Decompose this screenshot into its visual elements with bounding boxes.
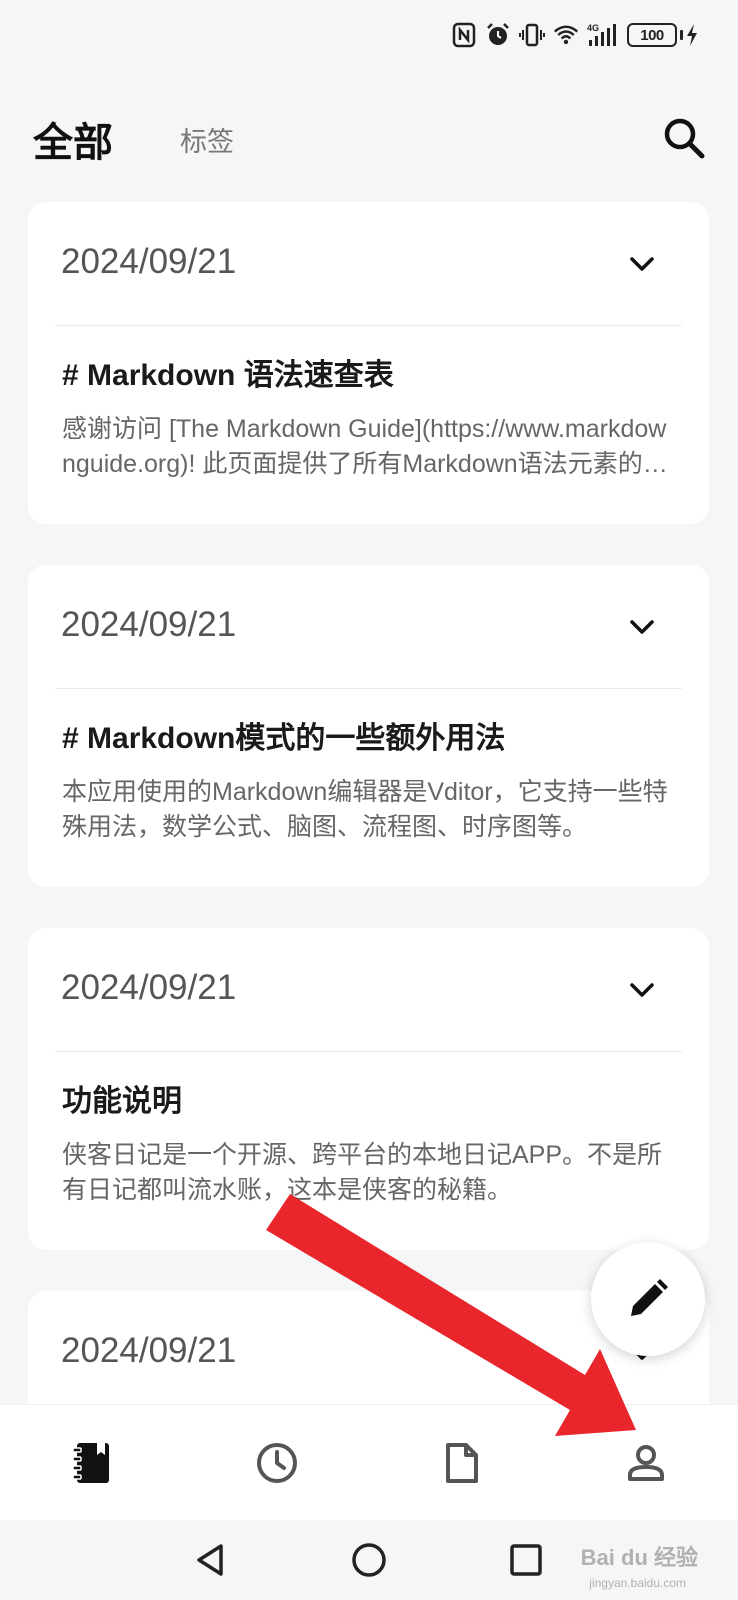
svg-text:4G: 4G: [587, 23, 599, 33]
expand-button[interactable]: [626, 974, 658, 1006]
charging-icon: [687, 24, 697, 46]
system-home-button[interactable]: [345, 1536, 393, 1584]
note-card-header: 2024/09/21: [55, 1291, 682, 1404]
note-excerpt: 感谢访问 [The Markdown Guide](https://www.ma…: [62, 415, 668, 478]
note-title: 功能说明: [62, 1085, 182, 1118]
battery-level: 100: [627, 23, 677, 47]
person-icon: [628, 1445, 664, 1481]
note-date: 2024/09/21: [61, 242, 237, 281]
battery-indicator: 100: [627, 23, 698, 47]
note-date: 2024/09/21: [61, 605, 237, 644]
alarm-icon: [485, 22, 511, 48]
clock-icon: [257, 1443, 297, 1483]
document-icon: [446, 1443, 478, 1483]
diary-book-icon: [72, 1443, 109, 1483]
note-card-header: 2024/09/21: [55, 565, 682, 689]
search-button[interactable]: [658, 112, 710, 164]
note-date: 2024/09/21: [61, 1331, 237, 1370]
recents-square-icon: [510, 1544, 542, 1576]
wifi-icon: [553, 22, 579, 48]
home-circle-icon: [352, 1543, 386, 1577]
note-title: # Markdown模式的一些额外用法: [62, 722, 506, 755]
system-recents-button[interactable]: [502, 1536, 550, 1584]
tab-tags[interactable]: 标签: [180, 120, 234, 159]
search-icon: [664, 118, 705, 159]
note-card-header: 2024/09/21: [55, 202, 682, 326]
expand-button[interactable]: [626, 248, 658, 280]
app-header: 全部 标签: [0, 100, 738, 180]
edit-pencil-icon: [631, 1279, 668, 1316]
nav-diary[interactable]: [62, 1433, 122, 1493]
note-title: # Markdown 语法速查表: [62, 359, 394, 392]
note-card[interactable]: 2024/09/21 # Markdown模式的一些额外用法 本应用使用的Mar…: [28, 565, 709, 887]
status-icons: 4G 100: [451, 20, 698, 50]
nav-history[interactable]: [247, 1433, 307, 1493]
battery-tip: [680, 30, 683, 40]
notes-list[interactable]: 2024/09/21 # Markdown 语法速查表 感谢访问 [The Ma…: [28, 202, 709, 1404]
bottom-navigation: [0, 1404, 738, 1520]
vibrate-icon: [519, 22, 545, 48]
nav-profile[interactable]: [616, 1433, 676, 1493]
system-back-button[interactable]: [187, 1536, 235, 1584]
status-bar: 4G 100: [0, 0, 738, 70]
chevron-down-icon: [630, 257, 654, 271]
chevron-down-icon: [630, 983, 654, 997]
note-excerpt: 侠客日记是一个开源、跨平台的本地日记APP。不是所有日记都叫流水账，这本是侠客的…: [62, 1141, 663, 1204]
watermark-logo: Bai du 经验: [580, 1545, 698, 1570]
nav-documents[interactable]: [432, 1433, 492, 1493]
note-card[interactable]: 2024/09/21 # Markdown 语法速查表 感谢访问 [The Ma…: [28, 202, 709, 524]
expand-button[interactable]: [626, 611, 658, 643]
nfc-icon: [451, 22, 477, 48]
chevron-down-icon: [630, 620, 654, 634]
watermark-url: jingyan.baidu.com: [589, 1576, 686, 1590]
signal-4g-icon: 4G: [587, 22, 619, 48]
note-card-header: 2024/09/21: [55, 928, 682, 1052]
back-triangle-icon: [197, 1544, 223, 1576]
new-note-button[interactable]: [591, 1242, 705, 1356]
note-excerpt: 本应用使用的Markdown编辑器是Vditor，它支持一些特殊用法，数学公式、…: [62, 778, 668, 841]
note-date: 2024/09/21: [61, 968, 237, 1007]
note-card[interactable]: 2024/09/21 功能说明 侠客日记是一个开源、跨平台的本地日记APP。不是…: [28, 928, 709, 1250]
tab-all[interactable]: 全部: [33, 110, 113, 168]
